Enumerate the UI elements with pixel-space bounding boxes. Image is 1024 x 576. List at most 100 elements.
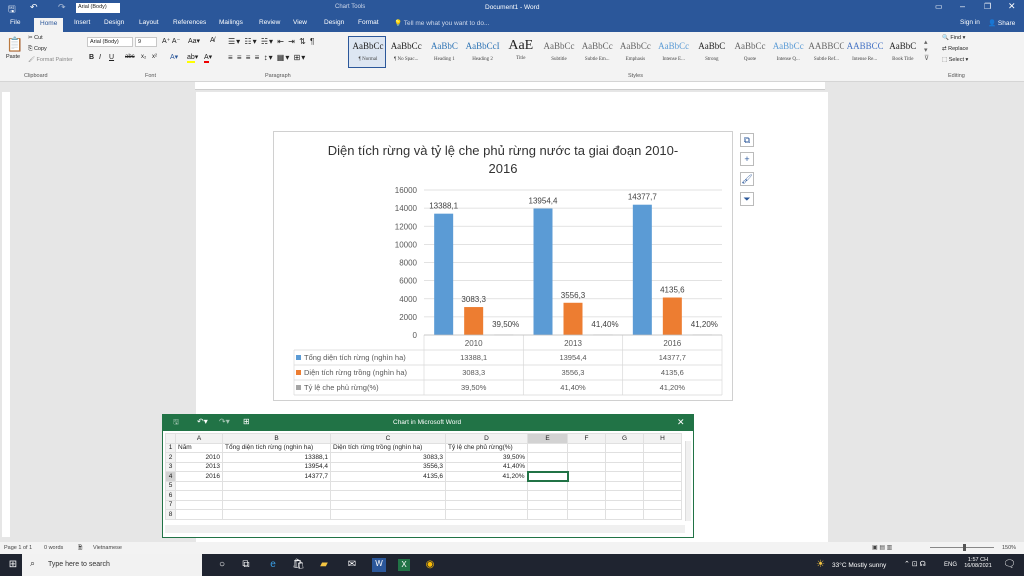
excel-cell[interactable] xyxy=(605,499,644,510)
highlight-icon[interactable]: ab▾ xyxy=(187,53,198,63)
excel-taskbar-icon[interactable]: X xyxy=(398,559,410,571)
excel-cell[interactable] xyxy=(567,471,606,482)
excel-cell[interactable]: 2013 xyxy=(175,461,223,472)
file-explorer-icon[interactable]: ▰ xyxy=(318,559,330,571)
edge-icon[interactable]: e xyxy=(267,559,279,571)
tab-references[interactable]: References xyxy=(173,19,206,26)
replace-button[interactable]: ⇄ Replace xyxy=(942,46,968,52)
paste-icon[interactable]: 📋 xyxy=(6,36,23,53)
excel-cell[interactable] xyxy=(222,480,331,491)
style-item[interactable]: AaBbC Strong xyxy=(694,38,730,68)
excel-cell[interactable] xyxy=(175,490,223,501)
excel-cell[interactable] xyxy=(643,480,682,491)
excel-grid[interactable]: A B C D E F G H 1 Năm Tổng diện tích rừng (nghìn h… xyxy=(165,433,682,520)
tray-icons[interactable]: ⌃ ⊡ ☊ xyxy=(904,560,926,568)
close-icon[interactable]: ✕ xyxy=(1008,1,1016,12)
qat-font-box[interactable]: Arial (Body) xyxy=(76,3,120,13)
font-size-box[interactable]: 9 xyxy=(135,37,157,47)
find-button[interactable]: 🔍 Find ▾ xyxy=(942,35,965,41)
excel-cell[interactable] xyxy=(567,499,606,510)
excel-cell[interactable] xyxy=(445,499,528,510)
notification-icon[interactable]: 🗨 xyxy=(1003,559,1016,570)
excel-cell[interactable]: 13954,4 xyxy=(222,461,331,472)
tab-design[interactable]: Design xyxy=(104,19,124,26)
strikethrough-icon[interactable]: abc xyxy=(125,54,135,60)
subscript-icon[interactable]: x₂ xyxy=(141,54,146,60)
windows-start-icon[interactable]: ⊞ xyxy=(7,559,19,571)
excel-vertical-scrollbar[interactable] xyxy=(685,441,691,521)
layout-options-icon[interactable]: ⧉ xyxy=(740,133,754,147)
style-item[interactable]: AaE Title xyxy=(503,38,539,68)
excel-cell[interactable]: Tổng diện tích rừng (nghìn ha) xyxy=(222,442,331,453)
excel-row-header[interactable]: 8 xyxy=(165,509,176,520)
chart-elements-icon[interactable]: + xyxy=(740,152,754,166)
store-icon[interactable]: 🛍 xyxy=(292,559,305,571)
excel-cell[interactable] xyxy=(527,442,568,453)
excel-corner[interactable] xyxy=(165,433,176,444)
excel-close-icon[interactable]: ✕ xyxy=(677,417,685,428)
excel-row-header[interactable]: 1 xyxy=(165,442,176,453)
excel-cell[interactable] xyxy=(527,509,568,520)
excel-cell[interactable] xyxy=(222,499,331,510)
excel-cell[interactable] xyxy=(567,461,606,472)
excel-cell[interactable]: Diện tích rừng trồng (nghìn ha) xyxy=(330,442,446,453)
excel-cell[interactable]: 41,40% xyxy=(445,461,528,472)
excel-column-header[interactable]: H xyxy=(643,433,682,444)
excel-cell[interactable] xyxy=(605,480,644,491)
word-count[interactable]: 0 words xyxy=(44,545,63,551)
tab-home[interactable]: Home xyxy=(34,18,64,32)
excel-cell[interactable] xyxy=(527,461,568,472)
excel-cell[interactable] xyxy=(643,461,682,472)
share-button[interactable]: 👤 Share xyxy=(988,19,1015,27)
clock[interactable]: 1:57 CH 16/08/2021 xyxy=(962,557,994,569)
excel-cell[interactable] xyxy=(605,452,644,463)
copy-button[interactable]: ⎘ Copy xyxy=(28,46,47,53)
grow-font-icon[interactable]: A⁺ A⁻ xyxy=(162,37,180,45)
excel-cell[interactable] xyxy=(643,452,682,463)
tell-me-box[interactable]: 💡 Tell me what you want to do... xyxy=(394,19,489,27)
excel-row-header[interactable]: 4 xyxy=(165,471,176,482)
excel-cell[interactable] xyxy=(605,461,644,472)
excel-column-header[interactable]: A xyxy=(175,433,223,444)
excel-cell[interactable]: Năm xyxy=(175,442,223,453)
excel-cell[interactable]: 39,50% xyxy=(445,452,528,463)
taskbar-search-box[interactable]: ⌕ Type here to search xyxy=(22,554,202,576)
weather-text[interactable]: 33°C Mostly sunny xyxy=(832,562,886,569)
style-item[interactable]: AaBbCc Intense Q... xyxy=(770,38,806,68)
excel-cell[interactable]: 4135,6 xyxy=(330,471,446,482)
style-item[interactable]: AaBbCc Quote xyxy=(732,38,768,68)
tab-layout[interactable]: Layout xyxy=(139,19,159,26)
excel-cell[interactable] xyxy=(643,490,682,501)
excel-cell[interactable]: 13388,1 xyxy=(222,452,331,463)
bold-icon[interactable]: B xyxy=(89,54,94,61)
excel-cell[interactable] xyxy=(175,499,223,510)
edit-in-excel-icon[interactable]: ⊞ xyxy=(243,417,250,426)
style-item[interactable]: AaBbC Heading 1 xyxy=(426,38,462,68)
style-item[interactable]: AABBCC Intense Re... xyxy=(847,38,883,68)
excel-cell[interactable] xyxy=(567,509,606,520)
vertical-ruler[interactable] xyxy=(2,92,10,537)
excel-cell[interactable] xyxy=(567,442,606,453)
excel-cell[interactable] xyxy=(445,490,528,501)
align-icons[interactable]: ≡ ≡ ≡ ≡ ↕▾ ▦▾ ⊞▾ xyxy=(228,53,306,62)
chart-object[interactable]: Diện tích rừng và tỷ lệ che phủ rừng nướ… xyxy=(273,131,733,401)
excel-cell[interactable] xyxy=(605,490,644,501)
cortana-icon[interactable]: ○ xyxy=(216,559,228,571)
word-taskbar-icon[interactable]: W xyxy=(372,558,386,572)
redo-icon[interactable]: ↷ xyxy=(58,2,66,13)
excel-cell[interactable] xyxy=(330,480,446,491)
excel-column-header[interactable]: D xyxy=(445,433,528,444)
tab-review[interactable]: Review xyxy=(259,19,280,26)
chrome-icon[interactable]: ◉ xyxy=(424,559,436,571)
excel-cell[interactable] xyxy=(175,509,223,520)
sign-in-link[interactable]: Sign in xyxy=(960,19,980,26)
excel-column-header[interactable]: C xyxy=(330,433,446,444)
excel-cell[interactable] xyxy=(643,442,682,453)
mail-icon[interactable]: ✉ xyxy=(346,559,358,571)
superscript-icon[interactable]: x² xyxy=(152,54,157,60)
italic-icon[interactable]: I xyxy=(99,54,101,61)
excel-row-header[interactable]: 5 xyxy=(165,480,176,491)
zoom-level[interactable]: 150% xyxy=(1002,545,1016,551)
style-item[interactable]: AaBbCc Intense E... xyxy=(656,38,692,68)
excel-row-header[interactable]: 6 xyxy=(165,490,176,501)
